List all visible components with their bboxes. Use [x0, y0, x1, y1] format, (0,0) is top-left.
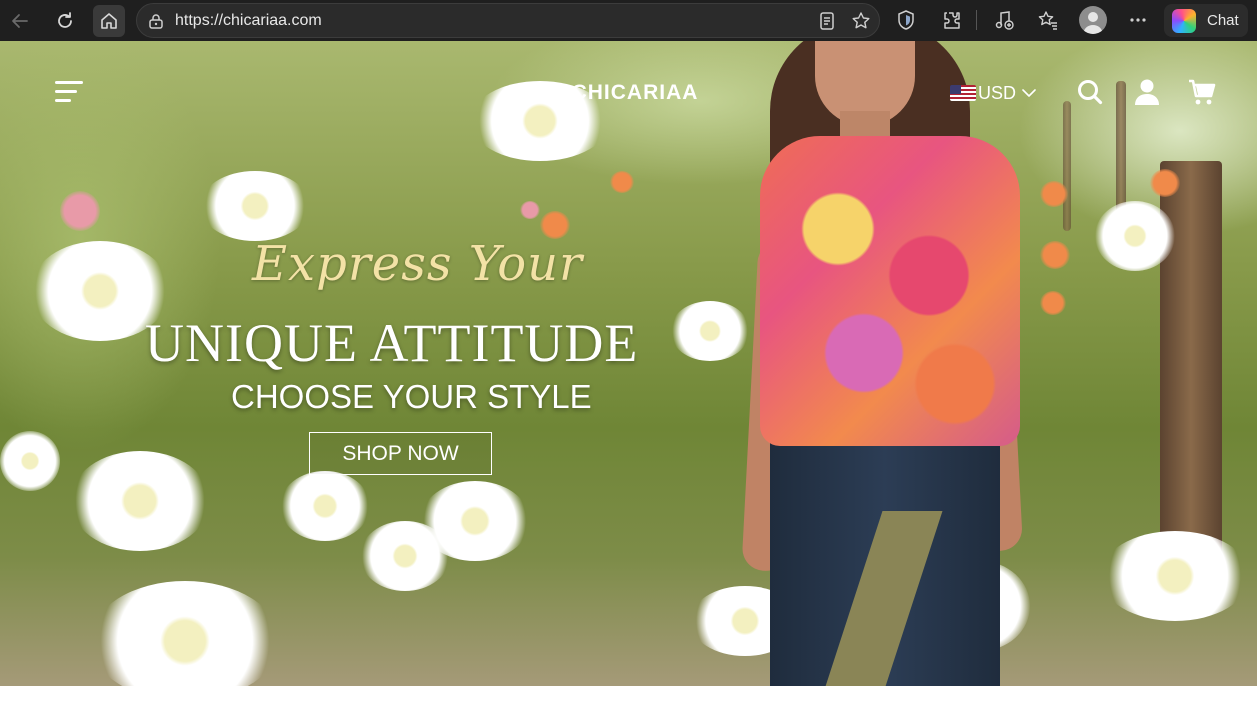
hero-main-heading: UNIQUE ATTITUDE [145, 313, 639, 373]
flower-image [70, 451, 210, 551]
shield-icon [898, 10, 914, 30]
flower-image [200, 171, 310, 241]
flower-image [610, 171, 634, 193]
more-options-button[interactable] [1126, 8, 1150, 32]
flower-image [1095, 201, 1175, 271]
favorite-star-icon[interactable] [851, 11, 871, 31]
us-flag-icon [950, 85, 976, 101]
profile-avatar[interactable] [1079, 6, 1107, 34]
brand-logo[interactable]: CHICARIAA [560, 81, 710, 105]
flower-image [540, 211, 570, 239]
flower-image [0, 431, 60, 491]
toolbar-divider [976, 10, 977, 30]
url-text[interactable]: https://chicariaa.com [175, 12, 322, 30]
flower-image [1040, 291, 1066, 315]
person-icon [1083, 12, 1103, 34]
flower-image [90, 581, 280, 686]
hero-subheading: CHOOSE YOUR STYLE [231, 378, 592, 415]
lock-icon[interactable] [147, 12, 165, 30]
currency-selector[interactable]: USD [950, 82, 1036, 104]
chat-label: Chat [1207, 12, 1239, 29]
copilot-icon [1172, 8, 1196, 33]
flower-image [60, 191, 100, 231]
page-content-start [0, 686, 1257, 712]
extensions-icon [944, 12, 960, 29]
flower-image [1100, 531, 1250, 621]
browser-toolbar: https://chicariaa.com Chat [0, 0, 1257, 41]
currency-label: USD [978, 82, 1017, 103]
refresh-icon [58, 12, 72, 28]
reader-view-icon[interactable] [817, 11, 837, 31]
chevron-down-icon [1022, 89, 1036, 97]
favorites-button[interactable] [1036, 8, 1060, 32]
media-control-button[interactable] [992, 8, 1016, 32]
more-options-icon [1130, 18, 1146, 22]
search-icon[interactable] [1076, 78, 1104, 106]
back-icon [12, 14, 28, 28]
copilot-chat-button[interactable]: Chat [1164, 4, 1248, 37]
refresh-button[interactable] [49, 5, 81, 37]
favorites-list-icon [1038, 11, 1057, 30]
media-control-icon [995, 11, 1014, 30]
extensions-button[interactable] [940, 8, 964, 32]
flower-image [420, 481, 530, 561]
flower-image [1040, 181, 1068, 207]
home-button[interactable] [93, 5, 125, 37]
address-bar[interactable]: https://chicariaa.com [136, 3, 880, 38]
flower-image [280, 471, 370, 541]
account-icon[interactable] [1133, 78, 1161, 106]
back-button[interactable] [4, 5, 36, 37]
flower-image [520, 201, 540, 219]
hero-script-heading: Express Your [252, 236, 583, 292]
home-icon [101, 13, 117, 29]
shield-button[interactable] [894, 8, 918, 32]
cart-icon[interactable] [1188, 78, 1216, 106]
printed-tshirt-image [760, 136, 1020, 446]
shop-now-button[interactable]: SHOP NOW [309, 432, 492, 475]
flower-image [1150, 169, 1180, 197]
site-header: CHICARIAA USD [0, 41, 1257, 141]
flower-image [1040, 241, 1070, 269]
hamburger-menu-icon[interactable] [55, 81, 83, 103]
